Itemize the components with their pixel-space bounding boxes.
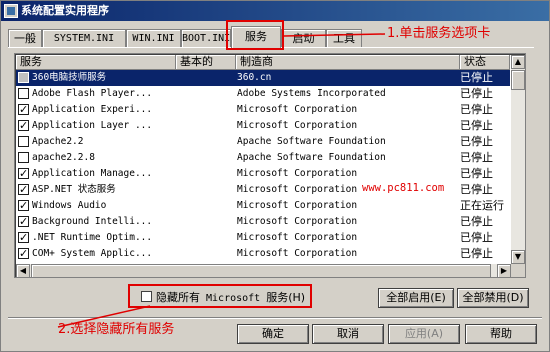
service-status: 已停止 <box>460 151 493 164</box>
column-header-service[interactable]: 服务 <box>16 55 176 70</box>
service-status: 已停止 <box>460 103 493 116</box>
tab-services[interactable]: 服务 <box>231 26 281 48</box>
column-header-manufacturer[interactable]: 制造商 <box>236 55 460 70</box>
service-manufacturer: 360.cn <box>237 72 272 83</box>
list-header: 服务 基本的 制造商 状态 <box>16 55 510 70</box>
service-manufacturer: Adobe Systems Incorporated <box>237 88 386 99</box>
service-name: .NET Runtime Optim... <box>32 232 153 243</box>
list-item[interactable]: Windows Audio Microsoft Corporation 正在运行 <box>16 198 510 214</box>
list-item[interactable]: apache2.2.8 Apache Software Foundation 已停止 <box>16 150 510 166</box>
help-button[interactable]: 帮助 <box>465 324 537 344</box>
service-status: 正在运行 <box>460 199 504 212</box>
horizontal-scroll-thumb[interactable] <box>31 264 491 277</box>
service-manufacturer: Microsoft Corporation <box>237 216 358 227</box>
list-item[interactable]: Application Manage... Microsoft Corporati… <box>16 166 510 182</box>
service-name: Windows Audio <box>32 200 107 211</box>
service-checkbox[interactable] <box>18 88 29 99</box>
tab-system-ini[interactable]: SYSTEM.INI <box>42 29 126 48</box>
service-manufacturer: Microsoft Corporation <box>237 248 358 259</box>
service-checkbox[interactable] <box>18 214 29 230</box>
list-item[interactable]: Background Intelli... Microsoft Corporati… <box>16 214 510 230</box>
scroll-down-arrow-icon[interactable]: ▼ <box>511 250 525 264</box>
list-item[interactable]: .NET Runtime Optim... Microsoft Corporati… <box>16 230 510 246</box>
vertical-scrollbar[interactable]: ▲ ▼ <box>511 55 525 264</box>
list-item[interactable]: Adobe Flash Player... Adobe Systems Incor… <box>16 86 510 102</box>
service-status: 已停止 <box>460 167 493 180</box>
horizontal-scrollbar[interactable]: ◀ ▶ <box>16 264 511 277</box>
service-checkbox[interactable] <box>18 152 29 163</box>
step2-annotation: 2.选择隐藏所有服务 <box>58 322 175 337</box>
vertical-scroll-thumb[interactable] <box>511 70 525 90</box>
watermark-text: www.pc811.com <box>362 182 445 194</box>
service-name: Application Layer ... <box>32 120 153 131</box>
column-header-status[interactable]: 状态 <box>460 55 510 70</box>
list-item[interactable]: 360电脑技师服务 360.cn 已停止 <box>16 70 510 86</box>
list-item[interactable]: COM+ System Applic... Microsoft Corporati… <box>16 246 510 262</box>
service-checkbox[interactable] <box>18 102 29 118</box>
enable-all-button[interactable]: 全部启用(E) <box>378 288 454 308</box>
service-status: 已停止 <box>460 247 493 260</box>
service-manufacturer: Microsoft Corporation <box>237 200 358 211</box>
tab-general[interactable]: 一般 <box>8 29 42 48</box>
service-name: ASP.NET 状态服务 <box>32 184 116 195</box>
column-header-essential[interactable]: 基本的 <box>176 55 236 70</box>
service-name: COM+ System Applic... <box>32 248 153 259</box>
scrollbar-corner <box>511 264 525 277</box>
tab-win-ini[interactable]: WIN.INI <box>126 29 181 48</box>
service-name: Apache2.2 <box>32 136 84 147</box>
app-icon <box>4 4 18 18</box>
service-checkbox[interactable] <box>18 118 29 134</box>
footer-separator <box>8 317 542 319</box>
tab-boot-ini[interactable]: BOOT.INI <box>181 29 231 48</box>
service-manufacturer: Microsoft Corporation <box>237 104 358 115</box>
service-name: 360电脑技师服务 <box>32 72 107 83</box>
tab-startup[interactable]: 启动 <box>281 29 326 48</box>
service-checkbox[interactable] <box>18 182 29 198</box>
service-name: apache2.2.8 <box>32 152 95 163</box>
scroll-left-arrow-icon[interactable]: ◀ <box>16 264 30 277</box>
service-manufacturer: Apache Software Foundation <box>237 152 386 163</box>
cancel-button[interactable]: 取消 <box>312 324 384 344</box>
ok-button[interactable]: 确定 <box>237 324 309 344</box>
service-name: Application Manage... <box>32 168 153 179</box>
service-checkbox[interactable] <box>18 230 29 246</box>
service-checkbox[interactable] <box>18 198 29 214</box>
scroll-up-arrow-icon[interactable]: ▲ <box>511 55 525 69</box>
service-status: 已停止 <box>460 119 493 132</box>
service-name: Adobe Flash Player... <box>32 88 153 99</box>
scroll-right-arrow-icon[interactable]: ▶ <box>497 264 511 277</box>
window-title: 系统配置实用程序 <box>21 4 109 17</box>
service-checkbox[interactable] <box>18 136 29 147</box>
service-status: 已停止 <box>460 87 493 100</box>
disable-all-button[interactable]: 全部禁用(D) <box>457 288 529 308</box>
service-status: 已停止 <box>460 231 493 244</box>
service-manufacturer: Microsoft Corporation <box>237 120 358 131</box>
service-name: Application Experi... <box>32 104 153 115</box>
tab-tools[interactable]: 工具 <box>326 29 362 48</box>
service-name: Background Intelli... <box>32 216 153 227</box>
services-list[interactable]: 服务 基本的 制造商 状态 360电脑技师服务 360.cn 已停止 Adobe Fl… <box>14 53 526 278</box>
title-bar: 系统配置实用程序 <box>1 1 549 21</box>
list-item[interactable]: Application Layer ... Microsoft Corporati… <box>16 118 510 134</box>
service-status: 已停止 <box>460 183 493 196</box>
list-item[interactable]: Apache2.2 Apache Software Foundation 已停止 <box>16 134 510 150</box>
service-checkbox[interactable] <box>18 166 29 182</box>
service-manufacturer: Apache Software Foundation <box>237 136 386 147</box>
service-status: 已停止 <box>460 215 493 228</box>
service-manufacturer: Microsoft Corporation <box>237 232 358 243</box>
service-checkbox[interactable] <box>18 72 29 83</box>
service-manufacturer: Microsoft Corporation <box>237 168 358 179</box>
hide-services-highlight <box>128 284 312 308</box>
step1-annotation: 1.单击服务选项卡 <box>387 26 491 41</box>
service-status: 已停止 <box>460 135 493 148</box>
service-status: 已停止 <box>460 71 493 84</box>
service-checkbox[interactable] <box>18 246 29 262</box>
list-item[interactable]: Application Experi... Microsoft Corporati… <box>16 102 510 118</box>
apply-button[interactable]: 应用(A) <box>388 324 460 344</box>
